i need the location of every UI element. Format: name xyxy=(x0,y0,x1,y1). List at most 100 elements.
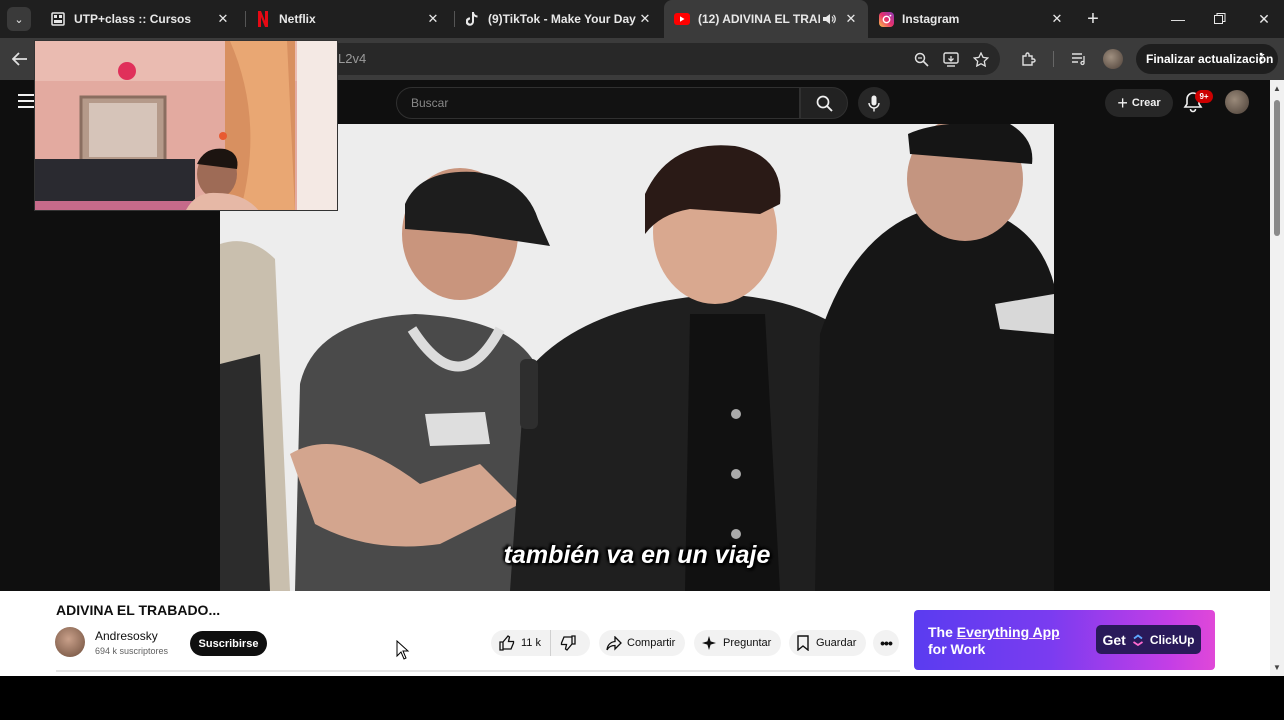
video-title: ADIVINA EL TRABADO... xyxy=(56,602,221,618)
like-dislike-group: 11 k xyxy=(491,630,590,656)
search-placeholder: Buscar xyxy=(411,96,449,110)
close-icon[interactable]: ✕ xyxy=(1048,10,1066,28)
clickup-logo-icon xyxy=(1132,633,1143,646)
tab-netflix[interactable]: Netflix ✕ xyxy=(245,0,450,38)
ask-button[interactable]: Preguntar xyxy=(694,630,781,656)
scroll-thumb[interactable] xyxy=(1274,100,1280,236)
chevron-down-icon: ⌄ xyxy=(14,13,24,26)
voice-search-button[interactable] xyxy=(858,87,890,119)
search-button[interactable] xyxy=(800,87,848,119)
back-button[interactable] xyxy=(8,47,32,71)
search-input[interactable]: Buscar xyxy=(396,87,800,119)
instagram-icon xyxy=(878,11,894,27)
bookmark-icon xyxy=(797,635,809,651)
like-button[interactable]: 11 k xyxy=(491,630,551,656)
tab-title: (9)TikTok - Make Your Day xyxy=(488,12,636,26)
ad-line1-prefix: The xyxy=(928,624,957,640)
bookmark-button[interactable] xyxy=(969,47,993,71)
install-app-icon xyxy=(943,51,959,67)
thumbs-up-icon xyxy=(499,635,515,651)
sparkle-icon xyxy=(702,636,716,650)
ad-banner[interactable]: The Everything App for Work Get ClickUp xyxy=(914,610,1215,670)
create-label: Crear xyxy=(1131,97,1161,109)
share-icon xyxy=(606,635,622,651)
video-subtitle: también va en un viaje xyxy=(503,541,771,569)
new-tab-button[interactable]: + xyxy=(1082,8,1104,30)
scroll-up-icon[interactable]: ▲ xyxy=(1273,84,1281,93)
url-text: L2v4 xyxy=(338,51,367,66)
thumbs-down-icon xyxy=(560,635,576,651)
tab-utp[interactable]: UTP+class :: Cursos ✕ xyxy=(40,0,240,38)
plus-icon: + xyxy=(1117,92,1128,113)
youtube-icon xyxy=(674,11,690,27)
close-icon[interactable]: ✕ xyxy=(842,10,860,28)
netflix-icon xyxy=(255,11,271,27)
utp-icon xyxy=(50,11,66,27)
video-player[interactable]: también va en un viaje xyxy=(220,124,1054,591)
restore-icon xyxy=(1214,13,1226,24)
save-label: Guardar xyxy=(816,637,857,649)
mouse-cursor-icon xyxy=(396,640,410,660)
puzzle-icon xyxy=(1022,52,1036,66)
profile-avatar xyxy=(1103,49,1123,69)
arrow-left-icon xyxy=(12,52,27,66)
magnifier-icon xyxy=(914,52,929,67)
close-icon[interactable]: ✕ xyxy=(214,10,232,28)
tab-strip: ⌄ UTP+class :: Cursos ✕ Netflix ✕ (9)Tik… xyxy=(0,0,1284,38)
ad-line2: for Work xyxy=(928,641,986,657)
close-icon[interactable]: ✕ xyxy=(424,10,442,28)
playlist-icon xyxy=(1072,53,1085,66)
media-control-button[interactable] xyxy=(1067,47,1091,71)
channel-name[interactable]: Andresosky xyxy=(95,629,158,643)
ad-cta-brand: ClickUp xyxy=(1149,632,1195,647)
cast-button[interactable] xyxy=(939,47,963,71)
speaker-icon[interactable] xyxy=(820,10,838,28)
account-avatar[interactable] xyxy=(1225,90,1249,114)
restore-button[interactable] xyxy=(1198,0,1242,38)
zoom-button[interactable] xyxy=(909,47,933,71)
search-icon xyxy=(816,95,833,112)
menu-icon[interactable] xyxy=(18,94,34,108)
channel-avatar[interactable] xyxy=(55,627,85,657)
ad-cta-button[interactable]: Get ClickUp xyxy=(1096,625,1201,654)
screen: ⌄ UTP+class :: Cursos ✕ Netflix ✕ (9)Tik… xyxy=(0,0,1284,720)
create-button[interactable]: + Crear xyxy=(1105,89,1173,117)
like-count: 11 k xyxy=(521,637,541,649)
tab-youtube[interactable]: (12) ADIVINA EL TRABAJO ✕ xyxy=(664,0,868,38)
star-icon xyxy=(973,51,989,67)
close-window-button[interactable]: ✕ xyxy=(1242,0,1284,38)
page-scrollbar[interactable]: ▲ ▼ xyxy=(1270,80,1284,676)
ad-headline: The Everything App for Work xyxy=(928,624,1060,658)
microphone-icon xyxy=(868,95,880,111)
more-actions-button[interactable]: ••• xyxy=(873,630,899,656)
webcam-feed xyxy=(35,41,337,210)
divider xyxy=(56,670,900,672)
video-frame xyxy=(220,124,1054,591)
tab-search-button[interactable]: ⌄ xyxy=(7,7,31,31)
tab-title: Netflix xyxy=(279,12,316,26)
close-icon[interactable]: ✕ xyxy=(636,10,654,28)
more-vert-icon[interactable]: ⋮ xyxy=(1254,50,1268,67)
tiktok-icon xyxy=(464,11,480,27)
extensions-button[interactable] xyxy=(1017,47,1041,71)
more-horiz-icon: ••• xyxy=(880,635,893,651)
tab-title: (12) ADIVINA EL TRABAJO xyxy=(698,12,820,26)
ad-line1-highlight: Everything App xyxy=(956,624,1060,640)
channel-subscriber-count: 694 k suscriptores xyxy=(95,646,169,656)
subscribe-button[interactable]: Suscribirse xyxy=(190,631,267,656)
profile-button[interactable] xyxy=(1101,47,1125,71)
share-label: Compartir xyxy=(627,637,676,649)
tab-tiktok[interactable]: (9)TikTok - Make Your Day ✕ xyxy=(454,0,662,38)
tab-instagram[interactable]: Instagram ✕ xyxy=(868,0,1074,38)
minimize-button[interactable]: — xyxy=(1156,0,1200,38)
save-button[interactable]: Guardar xyxy=(789,630,866,656)
scroll-down-icon[interactable]: ▼ xyxy=(1273,663,1281,672)
webcam-overlay xyxy=(34,40,338,211)
toolbar-divider xyxy=(1053,51,1054,67)
ask-label: Preguntar xyxy=(723,637,772,649)
dislike-button[interactable] xyxy=(551,635,576,651)
update-button[interactable]: Finalizar actualización ⋮ xyxy=(1136,44,1278,74)
share-button[interactable]: Compartir xyxy=(599,630,685,656)
ad-cta-get: Get xyxy=(1102,631,1126,648)
tab-title: UTP+class :: Cursos xyxy=(74,12,192,26)
